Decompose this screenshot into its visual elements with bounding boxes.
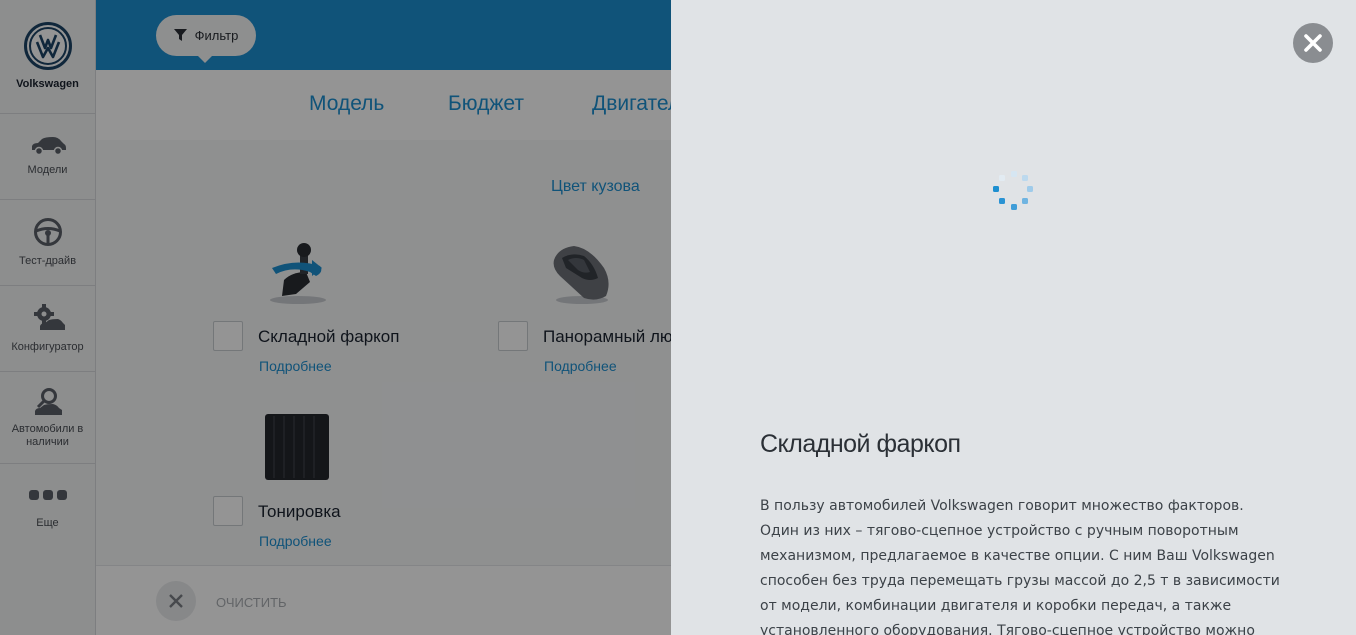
option-title: Складной фаркоп: [258, 327, 400, 346]
tab-model[interactable]: Модель: [309, 92, 384, 116]
clear-label[interactable]: ОЧИСТИТЬ: [216, 595, 287, 610]
topbar: Фильтр: [96, 0, 671, 70]
close-icon: [1304, 34, 1322, 52]
tab-engine[interactable]: Двигатель: [592, 92, 671, 116]
towbar-icon: [270, 243, 326, 304]
filter-tabs: Модель Бюджет Двигатель: [96, 70, 671, 140]
close-icon: [169, 594, 183, 608]
option-title: Панорамный люк: [543, 327, 671, 346]
filter-main: Фильтр Модель Бюджет Двигатель Цвет кузо…: [96, 0, 671, 635]
option-checkbox-tinting[interactable]: [213, 496, 243, 526]
sidebar-item-label: Модели: [27, 164, 68, 176]
panel-title: Складной фаркоп: [760, 430, 961, 458]
option-more-link[interactable]: Подробнее: [259, 533, 332, 549]
sidebar-item-label: Тест-драйв: [18, 255, 77, 267]
sidebar-item-label: Конфигуратор: [11, 341, 84, 353]
sidebar-item-configurator[interactable]: Конфигуратор: [0, 286, 95, 372]
close-panel-button[interactable]: [1293, 23, 1333, 63]
option-checkbox-towbar[interactable]: [213, 321, 243, 351]
tab-budget[interactable]: Бюджет: [448, 92, 524, 116]
sidebar-item-label: Автомобили в наличии: [11, 422, 84, 448]
loading-spinner-icon: [993, 171, 1033, 210]
section-title[interactable]: Цвет кузова: [551, 178, 640, 196]
car-icon: [31, 137, 66, 156]
brand-label: Volkswagen: [16, 78, 79, 90]
filter-bottombar: ОЧИСТИТЬ: [96, 565, 671, 635]
sidebar-item-more[interactable]: Еще: [0, 464, 95, 554]
sidebar-item-label: Еще: [36, 516, 59, 529]
volkswagen-logo-icon: [23, 22, 72, 70]
clear-button[interactable]: [156, 581, 196, 621]
filter-button[interactable]: Фильтр: [156, 15, 256, 63]
panel-description: В пользу автомобилей Volkswagen говорит …: [760, 498, 1280, 635]
sidebar: Volkswagen Модели Тест-драйв Конфигурато…: [0, 0, 96, 635]
option-more-link[interactable]: Подробнее: [259, 358, 332, 374]
option-details-panel: Складной фаркоп В пользу автомобилей Vol…: [671, 0, 1356, 635]
sidebar-item-models[interactable]: Модели: [0, 114, 95, 200]
filter-button-label: Фильтр: [194, 28, 239, 43]
option-checkbox-panoramic-roof[interactable]: [498, 321, 528, 351]
steering-wheel-icon: [33, 218, 62, 246]
option-more-link[interactable]: Подробнее: [544, 358, 617, 374]
tinted-glass-icon: [265, 414, 329, 480]
option-title: Тонировка: [258, 502, 341, 521]
more-dots-icon: [28, 489, 67, 500]
brand-logo-link[interactable]: Volkswagen: [0, 0, 95, 114]
panoramic-roof-car-icon: [553, 246, 609, 304]
sidebar-item-in-stock[interactable]: Автомобили в наличии: [0, 372, 95, 464]
funnel-icon: [173, 29, 187, 41]
configurator-gear-car-icon: [33, 304, 65, 330]
search-car-icon: [34, 387, 62, 415]
sidebar-item-test-drive[interactable]: Тест-драйв: [0, 200, 95, 286]
